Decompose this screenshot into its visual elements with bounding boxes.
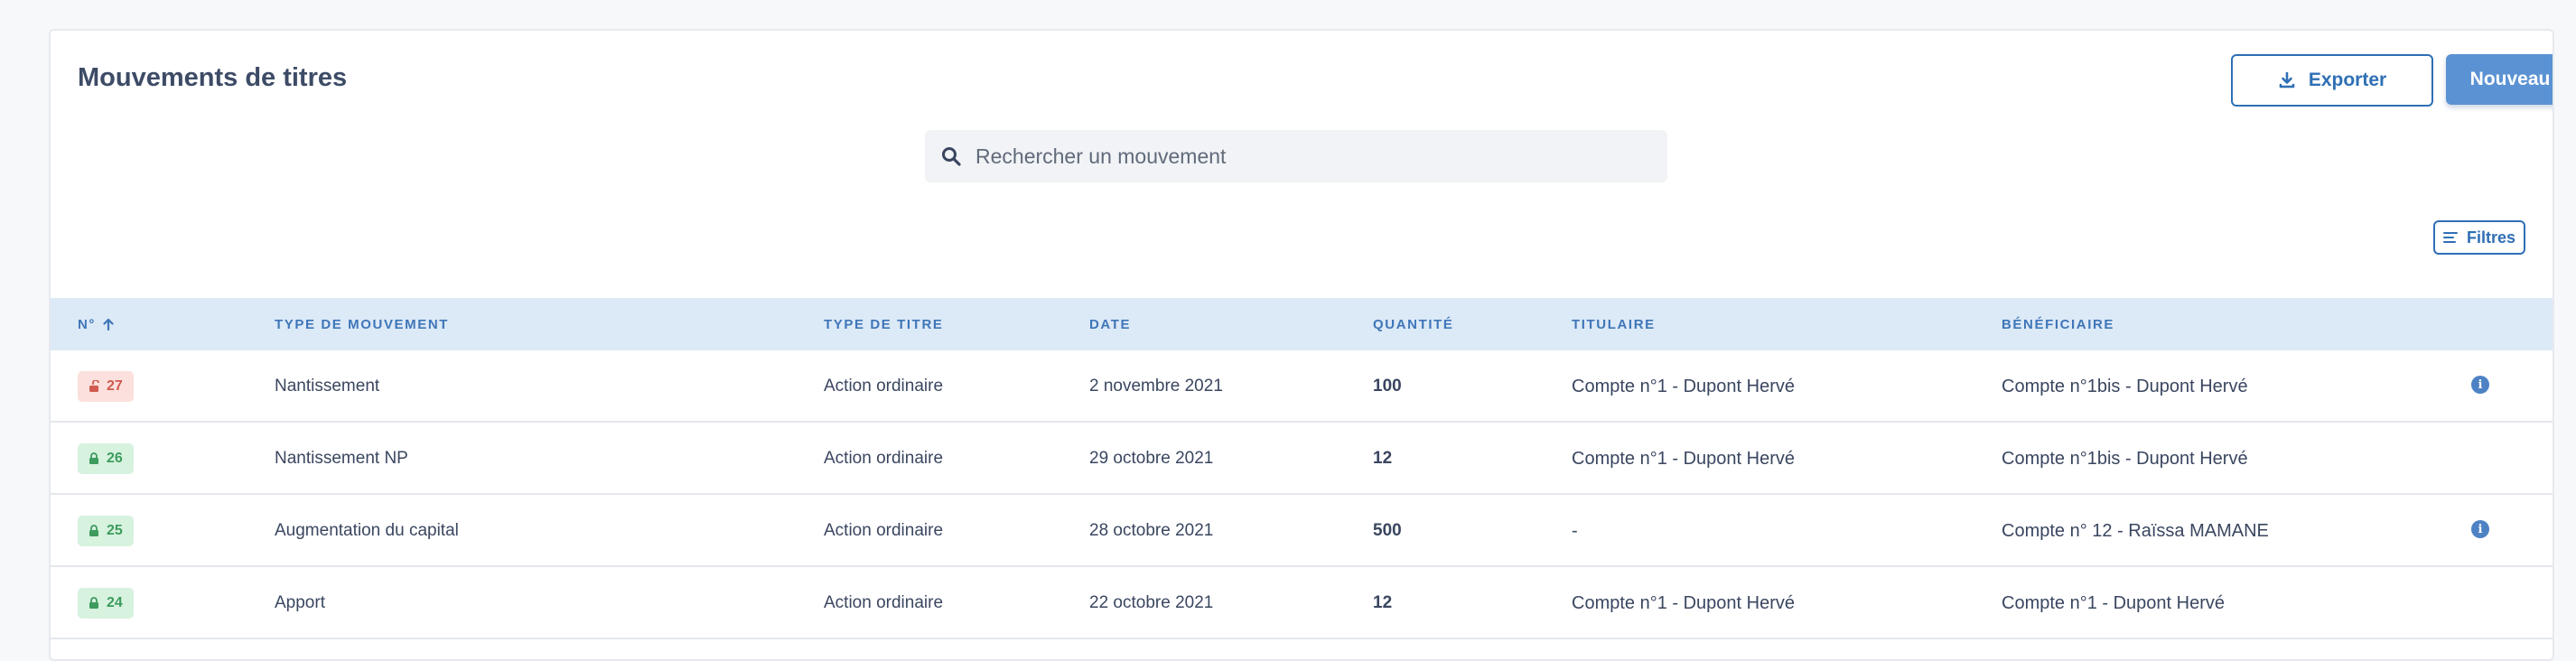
cell-type-titre: Action ordinaire xyxy=(824,377,944,396)
cell-quantite: 12 xyxy=(1373,449,1393,468)
export-label: Exporter xyxy=(2308,70,2387,90)
row-number: 24 xyxy=(107,595,123,610)
row-number: 27 xyxy=(107,378,123,394)
download-icon xyxy=(2279,71,2295,88)
cell-type-mouvement: Augmentation du capital xyxy=(275,521,459,540)
arrow-up-icon xyxy=(103,318,114,330)
cell-beneficiaire: Compte n° 12 - Raïssa MAMANE xyxy=(2002,520,2269,541)
info-icon[interactable]: i xyxy=(2471,376,2489,394)
search-icon xyxy=(942,147,961,166)
cell-date: 2 novembre 2021 xyxy=(1089,377,1223,396)
cell-beneficiaire: Compte n°1bis - Dupont Hervé xyxy=(2002,376,2248,396)
table-row[interactable]: 24 Apport Action ordinaire 22 octobre 2021 1… xyxy=(51,567,2553,639)
status-badge[interactable]: 27 xyxy=(78,371,134,402)
unlock-icon xyxy=(89,380,99,393)
cell-type-mouvement: Nantissement NP xyxy=(275,449,408,468)
filters-button[interactable]: Filtres xyxy=(2433,220,2525,255)
col-quantite-header[interactable]: QUANTITÉ xyxy=(1373,298,1453,350)
row-number: 25 xyxy=(107,523,123,538)
filters-label: Filtres xyxy=(2466,228,2516,247)
table-row[interactable]: 27 Nantissement Action ordinaire 2 novembre… xyxy=(51,350,2553,423)
col-num-header[interactable]: N° xyxy=(78,298,114,350)
cell-date: 22 octobre 2021 xyxy=(1089,593,1214,612)
row-number: 26 xyxy=(107,451,123,466)
page-title: Mouvements de titres xyxy=(78,63,348,92)
table-row[interactable]: 25 Augmentation du capital Action ordinair… xyxy=(51,495,2553,567)
cell-beneficiaire: Compte n°1bis - Dupont Hervé xyxy=(2002,448,2248,469)
cell-date: 29 octobre 2021 xyxy=(1089,449,1214,468)
table-row[interactable]: 26 Nantissement NP Action ordinaire 29 octo… xyxy=(51,423,2553,495)
cell-date: 28 octobre 2021 xyxy=(1089,521,1214,540)
cell-titulaire: Compte n°1 - Dupont Hervé xyxy=(1572,376,1796,396)
cell-quantite: 100 xyxy=(1373,377,1402,396)
lock-icon xyxy=(89,525,99,537)
cell-type-titre: Action ordinaire xyxy=(824,521,944,540)
movements-card: Mouvements de titres Exporter Nouveau Fi… xyxy=(49,29,2554,661)
cell-beneficiaire: Compte n°1 - Dupont Hervé xyxy=(2002,592,2226,613)
lock-icon xyxy=(89,597,99,610)
col-date-header[interactable]: DATE xyxy=(1089,298,1131,350)
status-badge[interactable]: 25 xyxy=(78,516,134,546)
cell-quantite: 500 xyxy=(1373,521,1402,540)
new-button[interactable]: Nouveau xyxy=(2446,54,2553,105)
cell-quantite: 12 xyxy=(1373,593,1393,612)
filter-lines-icon xyxy=(2442,232,2458,243)
export-button[interactable]: Exporter xyxy=(2231,54,2433,107)
cell-titulaire: Compte n°1 - Dupont Hervé xyxy=(1572,592,1796,613)
status-badge[interactable]: 26 xyxy=(78,443,134,474)
col-beneficiaire-header[interactable]: BÉNÉFICIAIRE xyxy=(2002,298,2114,350)
cell-type-titre: Action ordinaire xyxy=(824,449,944,468)
cell-type-mouvement: Apport xyxy=(275,593,325,612)
col-type-titre-header[interactable]: TYPE DE TITRE xyxy=(824,298,943,350)
cell-titulaire: - xyxy=(1572,520,1578,541)
search-bar xyxy=(925,130,1667,182)
cell-type-titre: Action ordinaire xyxy=(824,593,944,612)
col-titulaire-header[interactable]: TITULAIRE xyxy=(1572,298,1656,350)
cell-type-mouvement: Nantissement xyxy=(275,377,380,396)
col-type-mouvement-header[interactable]: TYPE DE MOUVEMENT xyxy=(275,298,449,350)
search-input[interactable] xyxy=(975,144,1644,169)
cell-titulaire: Compte n°1 - Dupont Hervé xyxy=(1572,448,1796,469)
table-header: N° TYPE DE MOUVEMENT TYPE DE TITRE DATE … xyxy=(51,298,2553,350)
lock-icon xyxy=(89,452,99,465)
status-badge[interactable]: 24 xyxy=(78,588,134,619)
info-icon[interactable]: i xyxy=(2471,520,2489,538)
